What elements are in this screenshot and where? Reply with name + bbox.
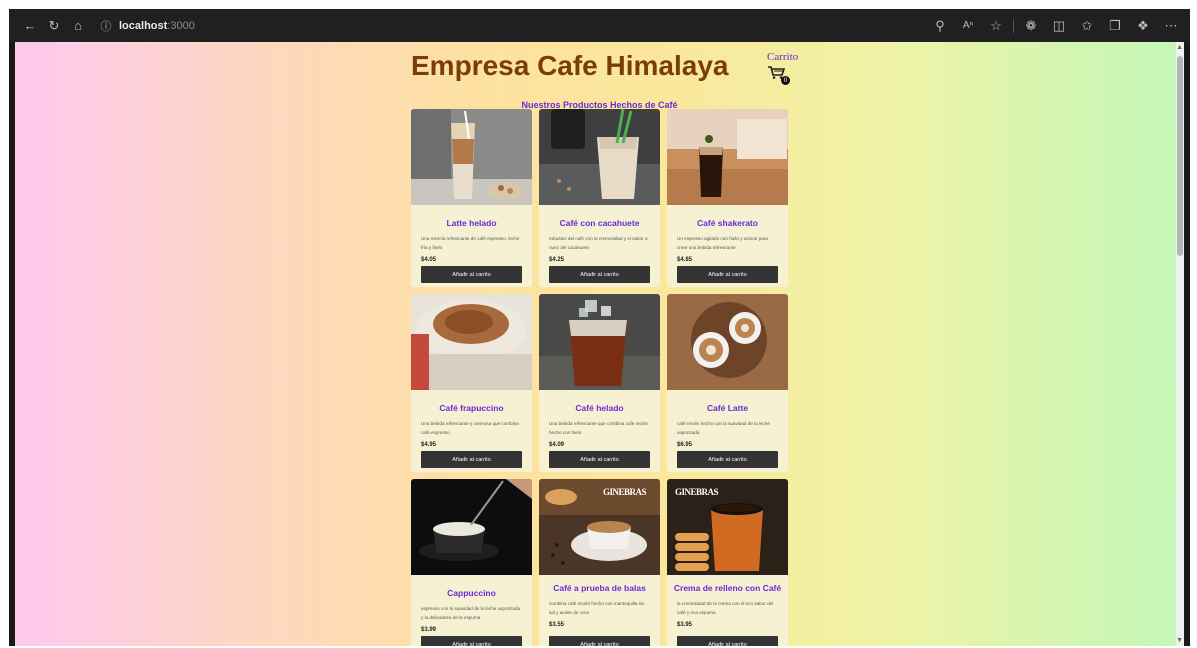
crema-relleno-image: GINEBRAS: [667, 479, 788, 575]
product-description: Una mezcla refrescante de café espresso,…: [421, 236, 520, 250]
cafe-cacahuete-image: [539, 109, 660, 205]
product-price: $3.99: [421, 627, 437, 633]
product-name: Cappuccino: [447, 588, 496, 598]
product-price: $4.09: [549, 442, 565, 448]
product-description: Un espresso agitado con hielo y azúcar p…: [677, 236, 768, 250]
product-description: café recién hecho con la suavidad de la …: [677, 421, 770, 435]
product-name: Café a prueba de balas: [553, 583, 646, 593]
favorites-icon[interactable]: ✩: [1076, 15, 1098, 37]
browser-toolbar: ← ↻ ⌂ ⓘ localhost:3000 ⚲ Aⁿ ☆ ❁ ◫ ✩ ❐ ❖ …: [9, 9, 1190, 42]
add-to-cart-button[interactable]: Añadir al carrito: [677, 451, 778, 468]
product-description: combina café recién hecho con mantequill…: [549, 601, 645, 615]
cafe-shakerato-image: [667, 109, 788, 205]
cart-count-badge: 0: [781, 76, 790, 85]
product-card: GINEBRAS Café a prueba de balas combina …: [539, 479, 660, 646]
page-viewport: Empresa Cafe Himalaya Carrito 0 Nuestros…: [15, 42, 1184, 646]
product-price: $4.25: [549, 257, 565, 263]
latte-helado-image: [411, 109, 532, 205]
more-menu-icon[interactable]: ⋯: [1160, 15, 1182, 37]
url-port: :3000: [167, 19, 195, 32]
add-to-cart-button[interactable]: Añadir al carrito: [421, 636, 522, 646]
product-name: Café con cacahuete: [559, 218, 640, 228]
product-card: Café Latte café recién hecho con la suav…: [667, 294, 788, 472]
extensions-icon[interactable]: ❁: [1020, 15, 1042, 37]
cafe-helado-image: [539, 294, 660, 390]
brand-watermark: GINEBRAS: [675, 487, 719, 497]
product-card: Cappuccino espresso con la suavidad de l…: [411, 479, 532, 646]
favorite-star-icon[interactable]: ☆: [985, 15, 1007, 37]
browser-actions: ⚲ Aⁿ ☆ ❁ ◫ ✩ ❐ ❖ ⋯: [929, 15, 1182, 37]
add-to-cart-button[interactable]: Añadir al carrito: [421, 266, 522, 283]
product-description: Una bebida refrescante que combina café …: [549, 421, 649, 435]
toolbar-divider: [1013, 18, 1014, 33]
product-name: Latte helado: [446, 218, 497, 228]
product-price: $4.05: [421, 257, 437, 263]
copilot-icon[interactable]: ❖: [1132, 15, 1154, 37]
product-description: robustez del café con la cremosidad y el…: [549, 236, 648, 250]
read-aloud-icon[interactable]: Aⁿ: [957, 15, 979, 37]
cafe-frapuccino-image: [411, 294, 532, 390]
split-screen-icon[interactable]: ◫: [1048, 15, 1070, 37]
add-to-cart-button[interactable]: Añadir al carrito: [549, 636, 650, 646]
product-price: $3.55: [549, 622, 565, 628]
brand-watermark: GINEBRAS: [602, 487, 647, 497]
add-to-cart-button[interactable]: Añadir al carrito: [677, 266, 778, 283]
address-bar[interactable]: ⓘ localhost:3000: [99, 15, 195, 37]
cart-link[interactable]: Carrito: [767, 51, 798, 63]
url-host: localhost: [119, 19, 168, 32]
product-name: Café Latte: [706, 403, 749, 413]
collections-icon[interactable]: ❐: [1104, 15, 1126, 37]
product-card: Latte helado Una mezcla refrescante de c…: [411, 109, 532, 287]
back-arrow-icon[interactable]: ←: [19, 15, 41, 37]
product-card: Café shakerato Un espresso agitado con h…: [667, 109, 788, 287]
product-name: Café helado: [575, 403, 624, 413]
product-price: $4.85: [677, 257, 693, 263]
add-to-cart-button[interactable]: Añadir al carrito: [549, 266, 650, 283]
product-card: GINEBRAS Crema de relleno con Café la cr…: [667, 479, 788, 646]
add-to-cart-button[interactable]: Añadir al carrito: [421, 451, 522, 468]
browser-window: ← ↻ ⌂ ⓘ localhost:3000 ⚲ Aⁿ ☆ ❁ ◫ ✩ ❐ ❖ …: [9, 9, 1190, 646]
product-description: Una bebida refrescante y cremosa que com…: [421, 421, 519, 435]
scroll-down-arrow-icon[interactable]: ▼: [1176, 637, 1183, 644]
page-title: Empresa Cafe Himalaya: [411, 50, 729, 81]
cafe-latte-image: [667, 294, 788, 390]
scrollbar-thumb[interactable]: [1177, 56, 1183, 256]
nav-buttons: ← ↻ ⌂: [19, 15, 89, 37]
product-card: Café con cacahuete robustez del café con…: [539, 109, 660, 287]
vertical-scrollbar[interactable]: ▲ ▼: [1176, 42, 1184, 646]
info-icon[interactable]: ⓘ: [99, 15, 113, 37]
zoom-icon[interactable]: ⚲: [929, 15, 951, 37]
cafe-balas-image: GINEBRAS: [539, 479, 660, 575]
add-to-cart-button[interactable]: Añadir al carrito: [549, 451, 650, 468]
product-name: Café frapuccino: [439, 403, 504, 413]
product-grid: Latte helado Una mezcla refrescante de c…: [411, 109, 788, 646]
product-price: $4.95: [421, 442, 437, 448]
reload-icon[interactable]: ↻: [43, 15, 65, 37]
scroll-up-arrow-icon[interactable]: ▲: [1176, 44, 1183, 51]
product-price: $3.95: [677, 622, 693, 628]
product-card: Café frapuccino Una bebida refrescante y…: [411, 294, 532, 472]
add-to-cart-button[interactable]: Añadir al carrito: [677, 636, 778, 646]
home-icon[interactable]: ⌂: [67, 15, 89, 37]
product-name: Café shakerato: [697, 218, 758, 228]
product-name: Crema de relleno con Café: [673, 583, 782, 593]
product-card: Café helado Una bebida refrescante que c…: [539, 294, 660, 472]
cappuccino-image: [411, 479, 532, 575]
product-description: espresso con la suavidad de la leche vap…: [421, 606, 521, 620]
product-price: $6.95: [677, 442, 693, 448]
product-description: la cremosidad de la crema con el rico sa…: [677, 601, 774, 615]
